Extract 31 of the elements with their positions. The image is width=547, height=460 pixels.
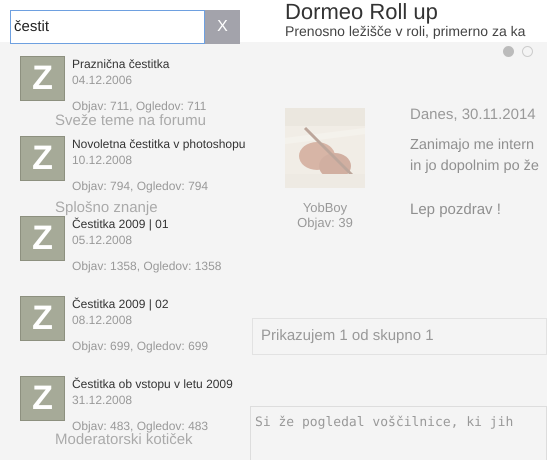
result-title[interactable]: Praznična čestitka (72, 57, 206, 72)
carousel-dot[interactable] (503, 46, 514, 57)
result-icon: Z (20, 296, 65, 341)
result-title[interactable]: Čestitka 2009 | 02 (72, 297, 208, 312)
result-date: 05.12.2008 (72, 232, 134, 248)
result-date: 04.12.2006 (72, 72, 134, 88)
result-stats: Objav: 711, Ogledov: 711 (72, 98, 206, 114)
result-stats: Objav: 483, Ogledov: 483 (72, 418, 210, 433)
result-stats: Objav: 1358, Ogledov: 1358 (72, 258, 222, 274)
result-title[interactable]: Čestitka ob vstopu v letu 2009 (72, 377, 233, 392)
pager-info: Prikazujem 1 od skupno 1 (252, 318, 547, 354)
result-stats: Objav: 794, Ogledov: 794 (72, 178, 210, 194)
result-title[interactable]: Novoletna čestitka v photoshopu (72, 137, 246, 152)
result-icon: Z (20, 216, 65, 261)
page-subtitle: Prenosno ležišče v roli, primerno za ka (285, 23, 526, 40)
result-stats: Objav: 699, Ogledov: 699 (72, 338, 208, 354)
post-text: Zanimajo me intern (410, 136, 536, 154)
result-icon: Z (20, 56, 65, 101)
post-text: Lep pozdrav ! (410, 200, 502, 220)
post-text: in jo dopolnim po že (410, 156, 540, 176)
result-date: 31.12.2008 (72, 392, 134, 408)
post-date: Danes, 30.11.2014 (410, 105, 537, 125)
author-posts: Objav: 39 (296, 215, 354, 230)
result-title[interactable]: Čestitka 2009 | 01 (72, 217, 222, 232)
result-date: 10.12.2008 (72, 152, 134, 168)
search-field[interactable]: čestit (10, 10, 205, 44)
carousel-dot[interactable] (522, 46, 533, 57)
result-date: 08.12.2008 (72, 312, 134, 328)
page-title: Dormeo Roll up (285, 0, 439, 23)
result-icon: Z (20, 136, 65, 181)
result-icon: Z (20, 376, 65, 421)
